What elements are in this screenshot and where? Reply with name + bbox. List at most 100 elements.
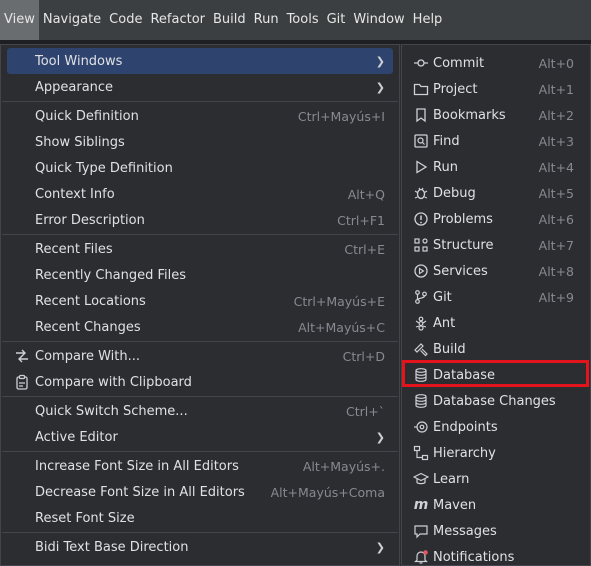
notifications-label: Notifications [433,549,515,565]
bookmark-icon [412,106,430,124]
problems-icon [412,210,430,228]
chevron-right-icon: ❯ [375,80,385,94]
recently-changed-files-item[interactable]: Recently Changed Files [7,262,393,288]
learn-icon [412,470,430,488]
context-info-item[interactable]: Context Info Alt+Q [7,181,393,207]
quick-definition-item[interactable]: Quick Definition Ctrl+Mayús+I [7,103,393,129]
increase-font-label: Increase Font Size in All Editors [35,458,239,474]
services-icon [412,262,430,280]
structure-label: Structure [433,237,494,253]
show-siblings-item[interactable]: Show Siblings [7,129,393,155]
endpoints-icon [412,418,430,436]
menu-window[interactable]: Window [349,0,408,40]
appearance-item[interactable]: Appearance ❯ [7,74,393,100]
decrease-font-label: Decrease Font Size in All Editors [35,484,245,500]
quick-type-definition-item[interactable]: Quick Type Definition [7,155,393,181]
error-description-shortcut: Ctrl+F1 [337,212,385,228]
tool-window-debug[interactable]: Debug Alt+5 [406,180,586,206]
menu-git[interactable]: Git [323,0,350,40]
menu-navigate[interactable]: Navigate [39,0,105,40]
tool-window-database[interactable]: Database [406,362,586,388]
tool-windows-item[interactable]: Tool Windows ❯ [7,48,393,74]
menu-run[interactable]: Run [250,0,283,40]
error-description-item[interactable]: Error Description Ctrl+F1 [7,207,393,233]
compare-clipboard-label: Compare with Clipboard [35,374,192,390]
structure-shortcut: Alt+7 [538,237,574,253]
recent-files-label: Recent Files [35,241,113,257]
increase-font-item[interactable]: Increase Font Size in All Editors Alt+Ma… [7,453,393,479]
tool-window-learn[interactable]: Learn [406,466,586,492]
separator [2,532,398,533]
clipboard-icon [13,373,31,391]
active-editor-item[interactable]: Active Editor ❯ [7,424,393,450]
recent-files-item[interactable]: Recent Files Ctrl+E [7,236,393,262]
tool-window-find[interactable]: Find Alt+3 [406,128,586,154]
services-shortcut: Alt+8 [538,263,574,279]
maven-label: Maven [433,497,477,513]
reset-font-item[interactable]: Reset Font Size [7,505,393,531]
tool-window-database-changes[interactable]: Database Changes [406,388,586,414]
decrease-font-item[interactable]: Decrease Font Size in All Editors Alt+Ma… [7,479,393,505]
compare-with-label: Compare With... [35,348,141,364]
find-shortcut: Alt+3 [538,133,574,149]
project-shortcut: Alt+1 [538,81,574,97]
menu-refactor[interactable]: Refactor [146,0,209,40]
database-icon [412,366,430,384]
chevron-right-icon: ❯ [375,540,385,554]
find-label: Find [433,133,460,149]
decrease-font-shortcut: Alt+Mayús+Coma [270,484,385,500]
menu-help[interactable]: Help [409,0,447,40]
tool-window-git[interactable]: Git Alt+9 [406,284,586,310]
recent-changes-item[interactable]: Recent Changes Alt+Mayús+C [7,314,393,340]
search-icon [412,132,430,150]
run-label: Run [433,159,458,175]
tool-window-messages[interactable]: Messages [406,518,586,544]
run-icon [412,158,430,176]
tool-window-services[interactable]: Services Alt+8 [406,258,586,284]
build-icon [412,340,430,358]
menu-tools[interactable]: Tools [283,0,323,40]
menu-build[interactable]: Build [209,0,250,40]
chevron-right-icon: ❯ [375,54,385,68]
git-shortcut: Alt+9 [538,289,574,305]
error-description-label: Error Description [35,212,145,228]
compare-with-item[interactable]: Compare With... Ctrl+D [7,343,393,369]
bug-icon [412,184,430,202]
database-changes-icon [412,392,430,410]
quick-switch-scheme-item[interactable]: Quick Switch Scheme... Ctrl+` [7,398,393,424]
separator [2,101,398,102]
services-label: Services [433,263,488,279]
messages-label: Messages [433,523,497,539]
tool-window-structure[interactable]: Structure Alt+7 [406,232,586,258]
tool-window-endpoints[interactable]: Endpoints [406,414,586,440]
tool-window-build[interactable]: Build [406,336,586,362]
tool-window-commit[interactable]: Commit Alt+0 [406,50,586,76]
tool-window-ant[interactable]: Ant [406,310,586,336]
endpoints-label: Endpoints [433,419,498,435]
quick-type-definition-label: Quick Type Definition [35,160,173,176]
tool-window-maven[interactable]: m Maven [406,492,586,518]
ant-icon [412,314,430,332]
database-changes-label: Database Changes [433,393,556,409]
run-shortcut: Alt+4 [538,159,574,175]
debug-shortcut: Alt+5 [538,185,574,201]
quick-switch-scheme-label: Quick Switch Scheme... [35,403,188,419]
compare-clipboard-item[interactable]: Compare with Clipboard [7,369,393,395]
bookmarks-label: Bookmarks [433,107,506,123]
tool-window-bookmarks[interactable]: Bookmarks Alt+2 [406,102,586,128]
compare-icon [13,347,31,365]
tool-window-run[interactable]: Run Alt+4 [406,154,586,180]
recent-changes-shortcut: Alt+Mayús+C [298,319,385,335]
tool-window-problems[interactable]: Problems Alt+6 [406,206,586,232]
menu-bar: View Navigate Code Refactor Build Run To… [0,0,591,40]
tool-window-project[interactable]: Project Alt+1 [406,76,586,102]
recent-locations-item[interactable]: Recent Locations Ctrl+Mayús+E [7,288,393,314]
menu-code[interactable]: Code [105,0,146,40]
bidi-direction-item[interactable]: Bidi Text Base Direction ❯ [7,534,393,560]
folder-icon [412,80,430,98]
tool-window-hierarchy[interactable]: Hierarchy [406,440,586,466]
hierarchy-icon [412,444,430,462]
separator [2,234,398,235]
tool-window-notifications[interactable]: Notifications [406,544,586,565]
menu-view[interactable]: View [0,0,39,40]
